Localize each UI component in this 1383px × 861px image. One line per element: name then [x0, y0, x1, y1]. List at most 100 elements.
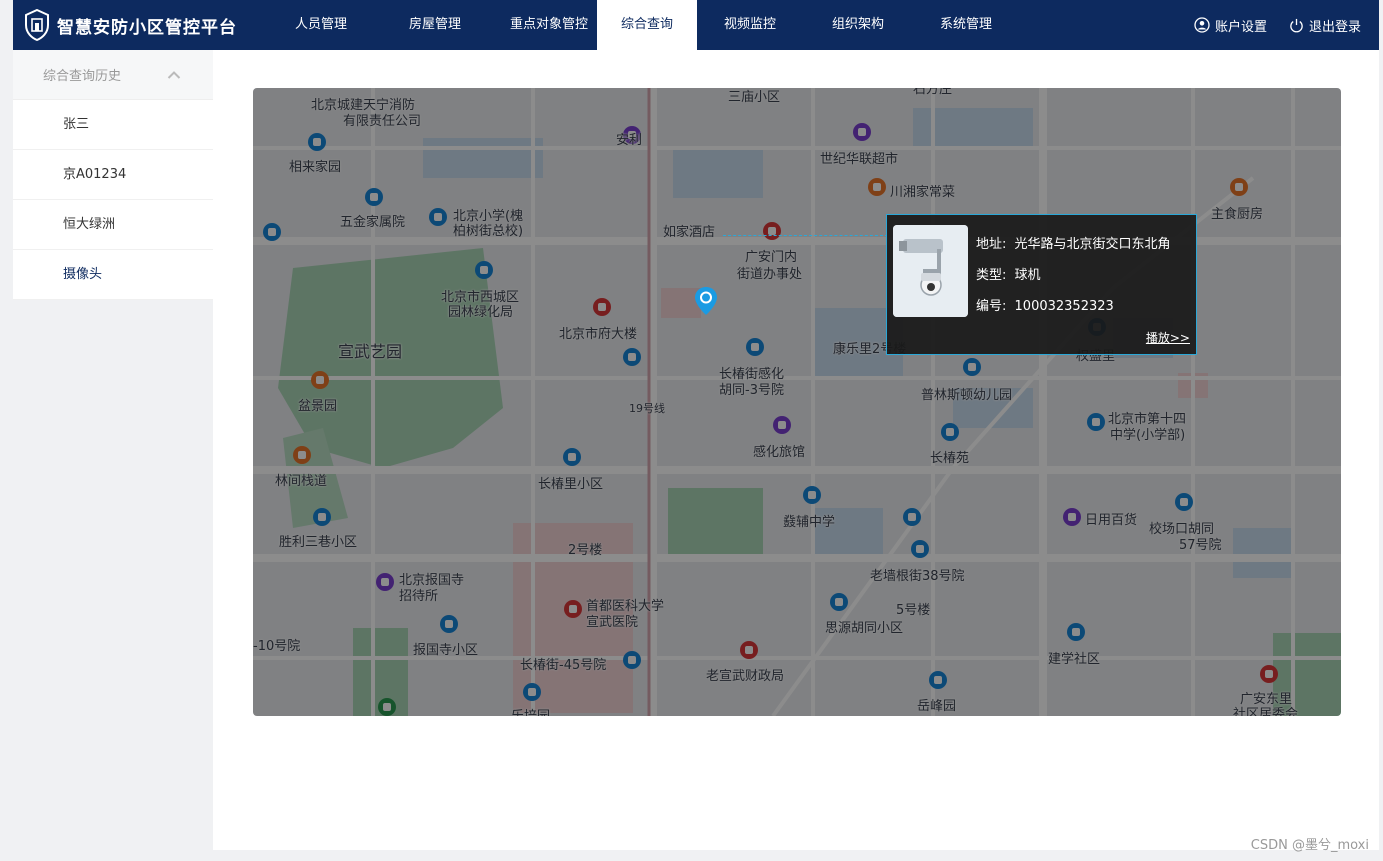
address-value: 光华路与北京街交口东北角 [1014, 237, 1171, 252]
map-label: 老宣武财政局 [706, 669, 785, 684]
map-label: 安利 [616, 133, 643, 148]
popup-connector-line [723, 235, 888, 237]
poi-icon [440, 615, 458, 633]
map-label: 林间栈道 [275, 474, 328, 489]
map-base [253, 88, 1341, 716]
sidebar-header-label: 综合查询历史 [43, 69, 122, 84]
map-label: 19号线 [629, 402, 665, 415]
poi-icon [623, 348, 641, 366]
camera-thumbnail [893, 225, 968, 317]
poi-icon [803, 486, 821, 504]
nav-organization[interactable]: 组织架构 [803, 0, 913, 50]
shield-logo-icon [25, 9, 49, 41]
watermark: CSDN @墨兮_moxi [1250, 838, 1369, 853]
sidebar-item-camera[interactable]: 摄像头 [13, 250, 213, 300]
map-label: -10号院 [253, 639, 301, 654]
map-label: 园林绿化局 [448, 305, 514, 320]
popup-type-row: 类型: 球机 [976, 264, 1041, 283]
map-label: 主食厨房 [1211, 207, 1264, 222]
nav-video-monitoring[interactable]: 视频监控 [697, 0, 803, 50]
map-label: 五金家属院 [340, 215, 406, 230]
map-label: 盆景园 [298, 399, 338, 414]
popup-address-row: 地址: 光华路与北京街交口东北角 [976, 233, 1171, 252]
map-label: 有限责任公司 [343, 114, 422, 129]
map-label: 胜利三巷小区 [279, 535, 358, 550]
camera-location-pin-icon[interactable] [694, 286, 718, 316]
nav-personnel[interactable]: 人员管理 [273, 0, 369, 50]
map-label: 长椿里小区 [538, 477, 604, 492]
poi-icon [293, 446, 311, 464]
logout-link[interactable]: 退出登录 [1289, 16, 1361, 35]
poi-icon [378, 698, 396, 716]
poi-icon [911, 540, 929, 558]
map-label: 宣武艺园 [338, 342, 403, 361]
map-label: 2号楼 [568, 543, 603, 558]
poi-icon [773, 416, 791, 434]
map-label: 川湘家常菜 [890, 185, 956, 200]
type-key: 类型: [976, 268, 1007, 283]
sidebar-item-zhangsan[interactable]: 张三 [13, 100, 213, 150]
poi-icon [263, 223, 281, 241]
map-label: 5号楼 [896, 603, 931, 618]
sidebar-item-community[interactable]: 恒大绿洲 [13, 200, 213, 250]
poi-icon [429, 208, 447, 226]
camera-info-popup: 地址: 光华路与北京街交口东北角 类型: 球机 编号: 100032352323… [886, 214, 1197, 355]
map-label: 宣武医院 [586, 615, 639, 630]
sidebar-item-plate[interactable]: 京A01234 [13, 150, 213, 200]
nav-comprehensive-query[interactable]: 综合查询 [597, 0, 697, 50]
account-settings-label: 账户设置 [1214, 19, 1267, 35]
poi-icon [1063, 508, 1081, 526]
poi-icon [564, 600, 582, 618]
logout-label: 退出登录 [1308, 19, 1361, 35]
play-link[interactable]: 播放>> [1146, 329, 1190, 346]
nav-housing[interactable]: 房屋管理 [369, 0, 501, 50]
map-label: 长椿街-45号院 [520, 658, 607, 673]
sidebar-header[interactable]: 综合查询历史 [13, 50, 213, 100]
top-navbar: 智慧安防小区管控平台 人员管理 房屋管理 重点对象管控 综合查询 视频监控 组织… [13, 0, 1379, 50]
poi-icon [929, 671, 947, 689]
account-settings-link[interactable]: 账户设置 [1194, 16, 1267, 35]
map-label: 胡同-3号院 [719, 383, 784, 398]
poi-icon [830, 593, 848, 611]
address-key: 地址: [976, 237, 1007, 252]
map-label: 社区居委会 [1233, 707, 1299, 716]
map-label: 世纪华联超市 [820, 152, 899, 167]
map-label: 石方庄 [913, 88, 953, 97]
poi-icon [963, 358, 981, 376]
poi-icon [740, 641, 758, 659]
code-value: 100032352323 [1014, 299, 1114, 314]
user-icon [1194, 17, 1210, 33]
poi-icon [475, 261, 493, 279]
poi-icon [523, 683, 541, 701]
map-label: 感化旅馆 [753, 445, 806, 460]
poi-icon [941, 423, 959, 441]
main-content: 北京城建天宁消防 有限责任公司 相来家园 五金家属院 北京小学(槐 柏树街总校)… [213, 50, 1379, 850]
map-label: 长椿苑 [930, 451, 970, 466]
map-label: 街道办事处 [737, 267, 803, 282]
brand: 智慧安防小区管控平台 [13, 9, 273, 41]
main-nav: 人员管理 房屋管理 重点对象管控 综合查询 视频监控 组织架构 系统管理 [273, 0, 1019, 50]
poi-icon [593, 298, 611, 316]
map-label: 乐培园 [511, 705, 550, 716]
poi-icon [868, 178, 886, 196]
poi-icon [746, 338, 764, 356]
map-label: 普林斯顿幼儿园 [921, 388, 1013, 403]
map-label: 建学社区 [1048, 652, 1101, 667]
popup-code-row: 编号: 100032352323 [976, 295, 1114, 314]
map-view[interactable]: 北京城建天宁消防 有限责任公司 相来家园 五金家属院 北京小学(槐 柏树街总校)… [253, 88, 1341, 716]
nav-system[interactable]: 系统管理 [913, 0, 1019, 50]
map-label: 招待所 [399, 589, 439, 604]
map-label: 北京市府大楼 [559, 327, 638, 342]
poi-icon [1260, 665, 1278, 683]
poi-icon [376, 573, 394, 591]
nav-key-objects[interactable]: 重点对象管控 [501, 0, 597, 50]
sidebar: 综合查询历史 张三 京A01234 恒大绿洲 摄像头 [13, 50, 213, 300]
map-label: 日用百货 [1085, 513, 1138, 528]
poi-icon [313, 508, 331, 526]
poi-icon [308, 133, 326, 151]
chevron-up-icon [167, 70, 181, 79]
map-label: 三庙小区 [728, 90, 781, 105]
dome-camera-icon [893, 225, 968, 317]
poi-icon [563, 448, 581, 466]
poi-icon [1067, 623, 1085, 641]
